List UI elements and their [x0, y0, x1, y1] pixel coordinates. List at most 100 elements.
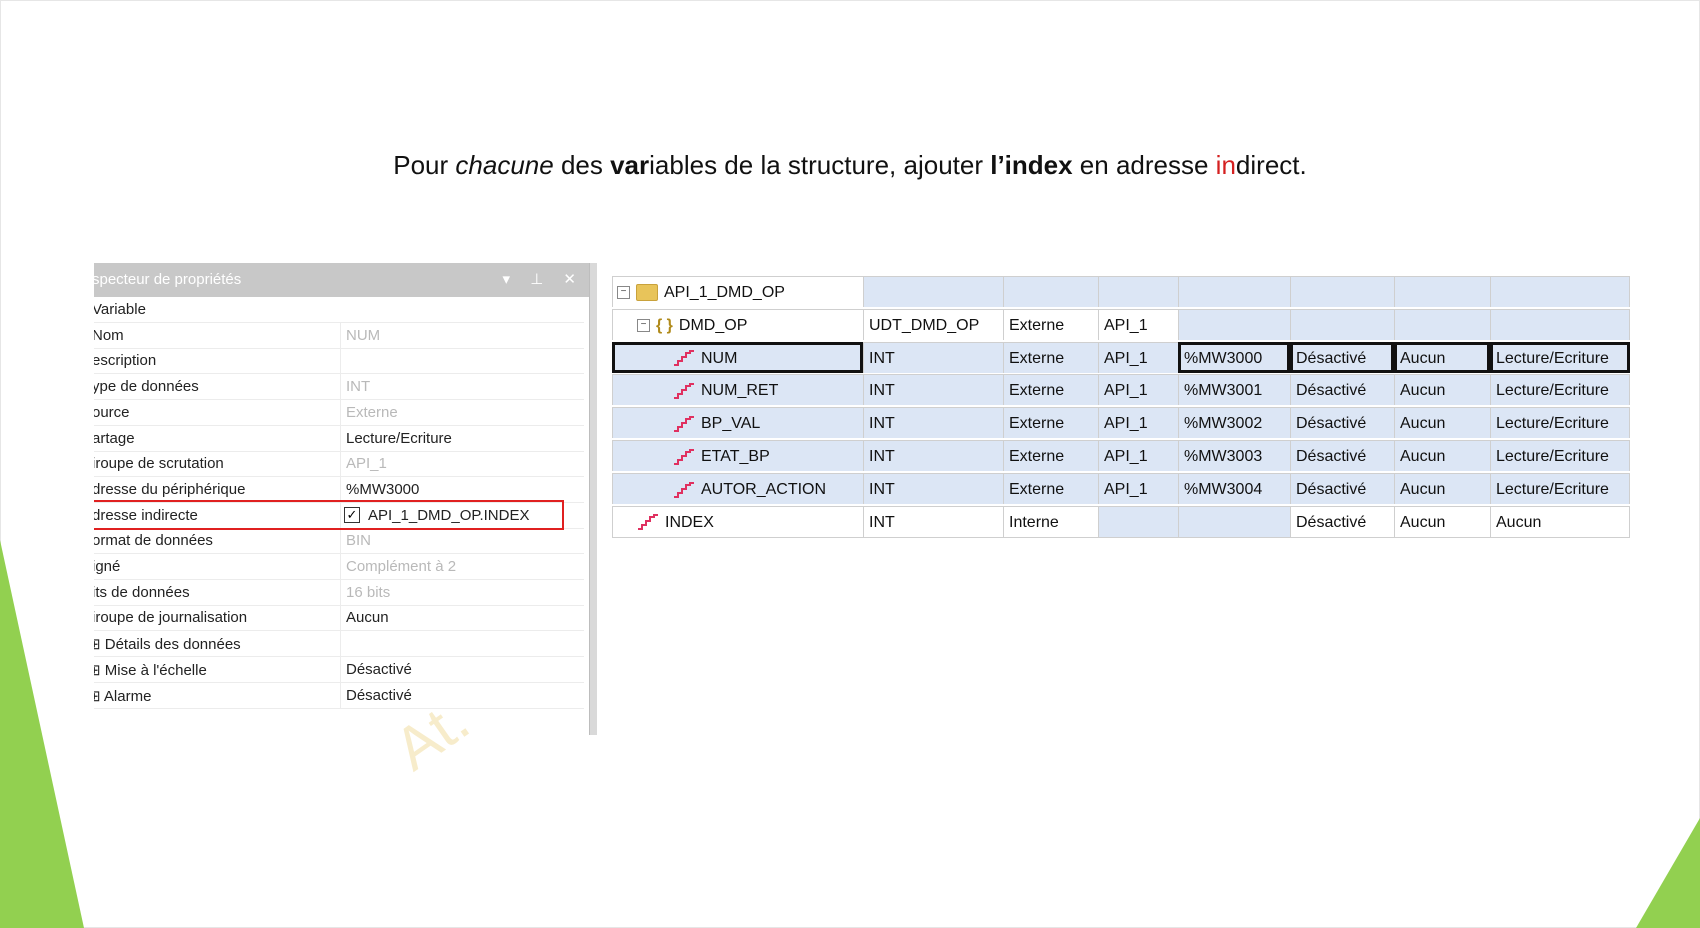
cell-share[interactable]: Lecture/Ecriture — [1490, 472, 1630, 504]
table-row[interactable]: − API_1_DMD_OP — [612, 276, 1630, 309]
cell-name[interactable]: BP_VAL — [612, 407, 863, 439]
variable-icon — [674, 415, 694, 432]
cell-log[interactable]: Aucun — [1394, 407, 1490, 439]
cell-text: Interne — [1009, 513, 1059, 531]
cell-name[interactable]: NUM_RET — [612, 374, 863, 406]
cell-group[interactable]: API_1 — [1098, 374, 1178, 406]
cell-group[interactable] — [1098, 505, 1178, 537]
cell-name[interactable]: AUTOR_ACTION — [612, 472, 863, 504]
cell-log[interactable]: Aucun — [1394, 341, 1490, 373]
cell-type[interactable]: INT — [863, 472, 1003, 504]
property-row[interactable]: dresse du périphérique %MW3000 — [94, 476, 584, 503]
column-divider — [340, 554, 341, 579]
cell-address[interactable]: %MW3000 — [1178, 341, 1290, 373]
property-row[interactable]: escription — [94, 348, 584, 375]
cell-name[interactable]: NUM — [612, 341, 863, 373]
property-row[interactable]: its de données 16 bits — [94, 579, 584, 606]
cell-source[interactable]: Externe — [1003, 341, 1098, 373]
cell-type[interactable]: INT — [863, 341, 1003, 373]
cell-name[interactable]: − API_1_DMD_OP — [612, 276, 863, 307]
cell-scaling[interactable]: Désactivé — [1290, 341, 1394, 373]
cell-name[interactable]: −{ } DMD_OP — [612, 308, 863, 340]
cell-log[interactable] — [1394, 308, 1490, 340]
cell-source[interactable]: Externe — [1003, 472, 1098, 504]
property-row[interactable]: ype de données INT — [94, 374, 584, 401]
cell-share[interactable] — [1490, 276, 1630, 307]
cell-log[interactable] — [1394, 276, 1490, 307]
cell-address[interactable]: %MW3003 — [1178, 440, 1290, 471]
cell-type[interactable]: UDT_DMD_OP — [863, 308, 1003, 340]
cell-address[interactable]: %MW3004 — [1178, 472, 1290, 504]
cell-type[interactable]: INT — [863, 505, 1003, 537]
cell-scaling[interactable] — [1290, 276, 1394, 307]
cell-scaling[interactable] — [1290, 308, 1394, 340]
cell-group[interactable]: API_1 — [1098, 308, 1178, 340]
inspector-splitter[interactable] — [589, 263, 597, 735]
cell-share[interactable]: Lecture/Ecriture — [1490, 407, 1630, 439]
collapse-toggle-icon[interactable]: − — [637, 319, 650, 333]
property-row[interactable]: Variable — [94, 297, 584, 323]
cell-text: API_1 — [1104, 316, 1148, 334]
cell-name[interactable]: ETAT_BP — [612, 440, 863, 471]
cell-address[interactable]: %MW3001 — [1178, 374, 1290, 406]
cell-type[interactable]: INT — [863, 407, 1003, 439]
cell-text: %MW3001 — [1184, 382, 1263, 400]
table-row[interactable]: ETAT_BP INT Externe API_1 %MW3003 Désactivé Au… — [612, 440, 1630, 473]
table-row[interactable]: NUM INT Externe API_1 %MW3000 Désactivé Aucun L… — [612, 341, 1630, 375]
cell-source[interactable] — [1003, 276, 1098, 307]
property-row[interactable]: ource Externe — [94, 399, 584, 426]
property-key: dresse du périphérique — [94, 480, 246, 498]
cell-share[interactable]: Aucun — [1490, 505, 1630, 537]
table-row[interactable]: BP_VAL INT Externe API_1 %MW3002 Désactivé Auc… — [612, 407, 1630, 440]
inspector-window-buttons[interactable]: ▾ ⊥ ✕ — [503, 263, 585, 297]
table-row[interactable]: INDEX INT Interne Désactivé Aucun Aucun — [612, 505, 1630, 539]
table-row[interactable]: AUTOR_ACTION INT Externe API_1 %MW3004 Désact… — [612, 472, 1630, 506]
cell-type[interactable]: INT — [863, 440, 1003, 471]
cell-log[interactable]: Aucun — [1394, 440, 1490, 471]
cell-text: Externe — [1009, 349, 1065, 367]
cell-scaling[interactable]: Désactivé — [1290, 440, 1394, 471]
cell-share[interactable]: Lecture/Ecriture — [1490, 440, 1630, 471]
cell-scaling[interactable]: Désactivé — [1290, 374, 1394, 406]
cell-group[interactable]: API_1 — [1098, 472, 1178, 504]
cell-share[interactable]: Lecture/Ecriture — [1490, 374, 1630, 406]
cell-log[interactable]: Aucun — [1394, 505, 1490, 537]
property-value: INT — [346, 378, 371, 396]
property-row[interactable]: ⊞ Détails des données — [94, 631, 584, 658]
collapse-toggle-icon[interactable]: − — [617, 286, 630, 300]
cell-address[interactable]: %MW3002 — [1178, 407, 1290, 439]
cell-share[interactable]: Lecture/Ecriture — [1490, 341, 1630, 373]
cell-source[interactable]: Externe — [1003, 407, 1098, 439]
cell-address[interactable] — [1178, 276, 1290, 307]
property-row[interactable]: igné Complément à 2 — [94, 554, 584, 580]
cell-address[interactable] — [1178, 505, 1290, 537]
cell-group[interactable]: API_1 — [1098, 341, 1178, 373]
cell-group[interactable]: API_1 — [1098, 440, 1178, 471]
cell-type[interactable]: INT — [863, 374, 1003, 406]
cell-log[interactable]: Aucun — [1394, 374, 1490, 406]
table-row[interactable]: −{ } DMD_OP UDT_DMD_OP Externe API_1 — [612, 308, 1630, 342]
cell-name[interactable]: INDEX — [612, 505, 863, 537]
cell-source[interactable]: Interne — [1003, 505, 1098, 537]
property-row[interactable]: ⊞ Mise à l'échelle Désactivé — [94, 656, 584, 683]
cell-source[interactable]: Externe — [1003, 374, 1098, 406]
property-row[interactable]: Nom NUM — [94, 322, 584, 349]
cell-source[interactable]: Externe — [1003, 440, 1098, 471]
table-row[interactable]: NUM_RET INT Externe API_1 %MW3001 Désactivé Au… — [612, 374, 1630, 407]
property-row[interactable]: ⊞ Alarme Désactivé — [94, 682, 584, 709]
cell-address[interactable] — [1178, 308, 1290, 340]
cell-group[interactable] — [1098, 276, 1178, 307]
cell-scaling[interactable]: Désactivé — [1290, 505, 1394, 537]
cell-source[interactable]: Externe — [1003, 308, 1098, 340]
cell-log[interactable]: Aucun — [1394, 472, 1490, 504]
property-row[interactable]: artage Lecture/Ecriture — [94, 425, 584, 452]
cell-scaling[interactable]: Désactivé — [1290, 472, 1394, 504]
table-bottom-border — [612, 537, 1630, 539]
property-row[interactable]: iroupe de scrutation API_1 — [94, 451, 584, 478]
cell-type[interactable] — [863, 276, 1003, 307]
cell-scaling[interactable]: Désactivé — [1290, 407, 1394, 439]
property-row[interactable]: iroupe de journalisation Aucun — [94, 605, 584, 632]
property-row[interactable]: ormat de données BIN — [94, 528, 584, 555]
cell-share[interactable] — [1490, 308, 1630, 340]
cell-group[interactable]: API_1 — [1098, 407, 1178, 439]
